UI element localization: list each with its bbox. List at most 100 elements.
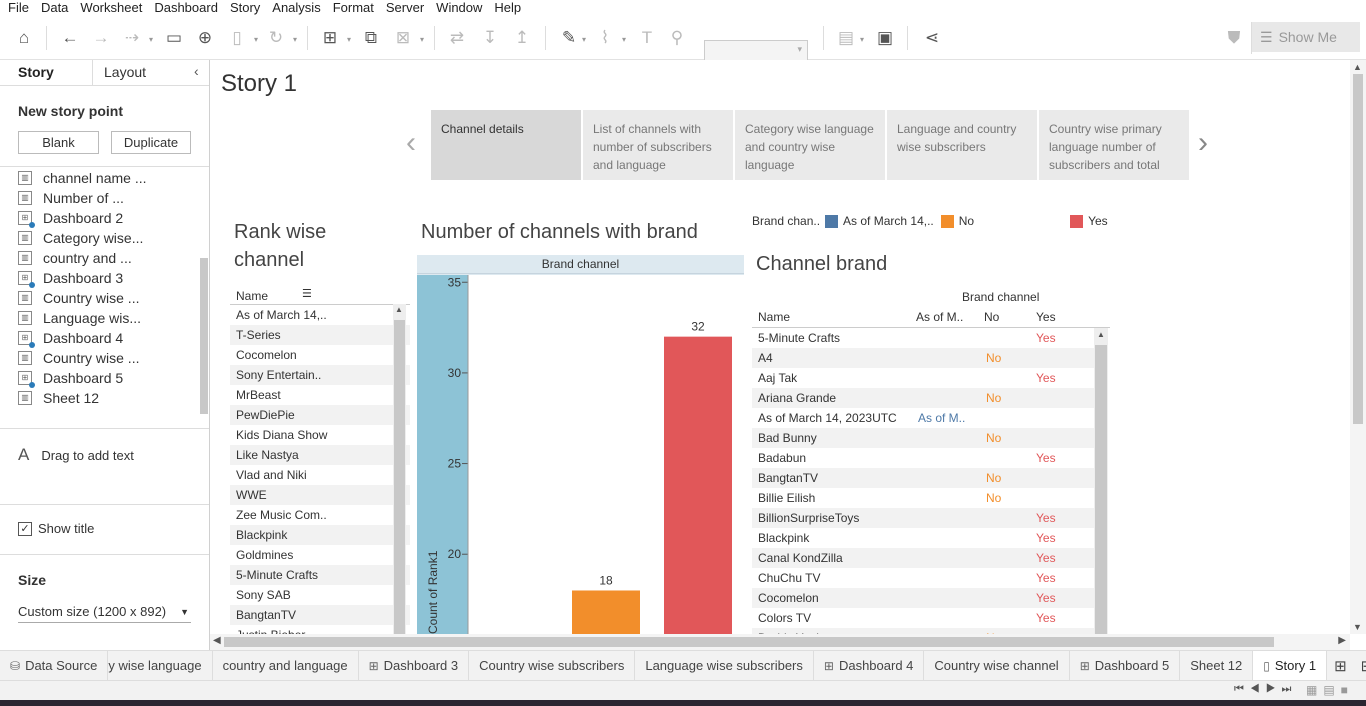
- story-point-3[interactable]: Category wise language and country wise …: [735, 110, 885, 180]
- table-row[interactable]: Sony SAB14: [230, 585, 410, 605]
- sheet-list-item[interactable]: ▥ Number of ...: [18, 188, 194, 208]
- horizontal-scroll-thumb[interactable]: [224, 637, 1274, 647]
- table-row[interactable]: Sony Entertain..3: [230, 365, 410, 385]
- tab-country-and-language[interactable]: country and language: [213, 650, 359, 681]
- show-title-option[interactable]: ✓ Show title: [18, 521, 94, 536]
- chevron-down-icon[interactable]: ▾: [582, 35, 586, 44]
- tab-sheet-12[interactable]: Sheet 12: [1180, 650, 1254, 681]
- table-row[interactable]: Vlad and Niki8: [230, 465, 410, 485]
- pin-icon[interactable]: ⚲: [665, 26, 689, 50]
- tab-language-wise-subscribers[interactable]: Language wise subscribers: [635, 650, 814, 681]
- highlight-icon[interactable]: ✎: [557, 26, 581, 50]
- tab-data-source[interactable]: ⛁ Data Source: [0, 650, 109, 681]
- new-worksheet-icon[interactable]: ⊞: [1327, 651, 1354, 681]
- table-row[interactable]: Canal KondZilla Yes: [752, 548, 1094, 568]
- table-row[interactable]: PewDiePie5: [230, 405, 410, 425]
- horizontal-scrollbar[interactable]: ◀ ▶: [210, 634, 1350, 650]
- sheet-list-item[interactable]: ⊞ Dashboard 2: [18, 208, 194, 228]
- story-point-4[interactable]: Language and country wise subscribers: [887, 110, 1037, 180]
- sort-descending-icon[interactable]: ↥: [510, 26, 534, 50]
- duplicate-sheet-icon[interactable]: ⧉: [359, 26, 383, 50]
- show-me-button[interactable]: ☰ Show Me: [1252, 22, 1360, 52]
- swap-icon[interactable]: ⇄: [445, 26, 469, 50]
- save-icon[interactable]: ▭: [162, 26, 186, 50]
- legend-item[interactable]: As of March 14,..: [825, 214, 934, 228]
- table-row[interactable]: A4 No: [752, 348, 1094, 368]
- chevron-down-icon[interactable]: ▾: [420, 35, 424, 44]
- asof-column-header[interactable]: As of M..: [916, 310, 963, 324]
- previous-story-point-icon[interactable]: ‹: [406, 126, 416, 160]
- scroll-down-icon[interactable]: ▼: [1353, 622, 1362, 632]
- sort-icon[interactable]: ☰: [302, 289, 312, 300]
- table-row[interactable]: Cocomelon Yes: [752, 588, 1094, 608]
- tab-dashboard-4[interactable]: ⊞ Dashboard 4: [814, 650, 925, 681]
- sheet-list-item[interactable]: ⊞ Dashboard 3: [18, 268, 194, 288]
- vertical-scrollbar[interactable]: ▲ ▼: [1350, 60, 1366, 634]
- menu-window[interactable]: Window: [428, 0, 486, 16]
- rank-scroll-thumb[interactable]: [394, 320, 405, 634]
- table-row[interactable]: Ariana Grande No: [752, 388, 1094, 408]
- chevron-down-icon[interactable]: ▾: [254, 35, 258, 44]
- chevron-down-icon[interactable]: ▾: [293, 35, 297, 44]
- format-painter-icon[interactable]: ⛊: [1222, 26, 1246, 50]
- table-row[interactable]: As of March 14,..: [230, 305, 410, 325]
- table-row[interactable]: BangtanTV15: [230, 605, 410, 625]
- sheet-list-item[interactable]: ▥ Category wise...: [18, 228, 194, 248]
- scroll-left-icon[interactable]: ◀: [213, 635, 221, 646]
- tab-dashboard-3[interactable]: ⊞ Dashboard 3: [359, 650, 470, 681]
- table-row[interactable]: As of March 14, 2023UTC As of M..: [752, 408, 1094, 428]
- table-row[interactable]: Cocomelon2: [230, 345, 410, 365]
- refresh-icon[interactable]: ↻: [264, 26, 288, 50]
- table-row[interactable]: Blackpink Yes: [752, 528, 1094, 548]
- name-column-header[interactable]: Name: [236, 289, 268, 303]
- duplicate-button[interactable]: Duplicate: [111, 131, 191, 154]
- sheet-list-item[interactable]: ▥ Country wise ...: [18, 288, 194, 308]
- home-icon[interactable]: ⌂: [12, 26, 36, 50]
- tab-y-wise-language[interactable]: y wise language: [108, 650, 213, 681]
- label-icon[interactable]: T: [635, 26, 659, 50]
- legend-item[interactable]: Yes: [1070, 214, 1108, 228]
- table-row[interactable]: MrBeast4: [230, 385, 410, 405]
- sheet-list-item[interactable]: ▥ Sheet 12: [18, 388, 194, 408]
- menu-help[interactable]: Help: [486, 0, 525, 16]
- table-row[interactable]: WWE9: [230, 485, 410, 505]
- replay-icon[interactable]: ⇢: [120, 26, 144, 50]
- show-cards-icon[interactable]: ▤: [834, 26, 858, 50]
- scroll-up-icon[interactable]: ▲: [1097, 330, 1105, 339]
- story-point-5[interactable]: Country wise primary language number of …: [1039, 110, 1189, 180]
- next-story-point-icon[interactable]: ›: [1198, 126, 1208, 160]
- no-column-header[interactable]: No: [984, 310, 999, 324]
- sheet-list-item[interactable]: ▥ Language wis...: [18, 308, 194, 328]
- collapse-pane-icon[interactable]: ‹: [194, 63, 199, 79]
- menu-server[interactable]: Server: [378, 0, 428, 16]
- menu-story[interactable]: Story: [222, 0, 264, 16]
- sheet-list-item[interactable]: ▥ channel name ...: [18, 168, 194, 188]
- tab-country-wise-channel[interactable]: Country wise channel: [924, 650, 1070, 681]
- blank-button[interactable]: Blank: [18, 131, 99, 154]
- table-row[interactable]: ChuChu TV Yes: [752, 568, 1094, 588]
- table-row[interactable]: BillionSurpriseToys Yes: [752, 508, 1094, 528]
- clear-sheet-icon[interactable]: ⊠: [391, 26, 415, 50]
- table-row[interactable]: Billie Eilish No: [752, 488, 1094, 508]
- tab-story[interactable]: Story: [18, 64, 54, 80]
- menu-format[interactable]: Format: [325, 0, 378, 16]
- chevron-down-icon[interactable]: ▾: [622, 35, 626, 44]
- scroll-up-icon[interactable]: ▲: [1353, 62, 1362, 72]
- table-row[interactable]: Colors TV Yes: [752, 608, 1094, 628]
- menu-worksheet[interactable]: Worksheet: [72, 0, 146, 16]
- vertical-scroll-thumb[interactable]: [1353, 74, 1363, 424]
- legend-item[interactable]: No: [940, 214, 974, 228]
- share-icon[interactable]: ⋖: [920, 26, 944, 50]
- sort-ascending-icon[interactable]: ↧: [478, 26, 502, 50]
- table-row[interactable]: Blackpink11: [230, 525, 410, 545]
- name-column-header[interactable]: Name: [758, 310, 790, 324]
- table-row[interactable]: Like Nastya7: [230, 445, 410, 465]
- presentation-icon[interactable]: ▣: [873, 26, 897, 50]
- story-point-1[interactable]: Channel details: [431, 110, 581, 180]
- table-row[interactable]: 5-Minute Crafts Yes: [752, 328, 1094, 348]
- table-row[interactable]: Zee Music Com..10: [230, 505, 410, 525]
- menu-data[interactable]: Data: [33, 0, 72, 16]
- table-row[interactable]: Goldmines12: [230, 545, 410, 565]
- view-mode-icons[interactable]: ▦▤■: [1306, 683, 1354, 697]
- sheet-list-item[interactable]: ⊞ Dashboard 4: [18, 328, 194, 348]
